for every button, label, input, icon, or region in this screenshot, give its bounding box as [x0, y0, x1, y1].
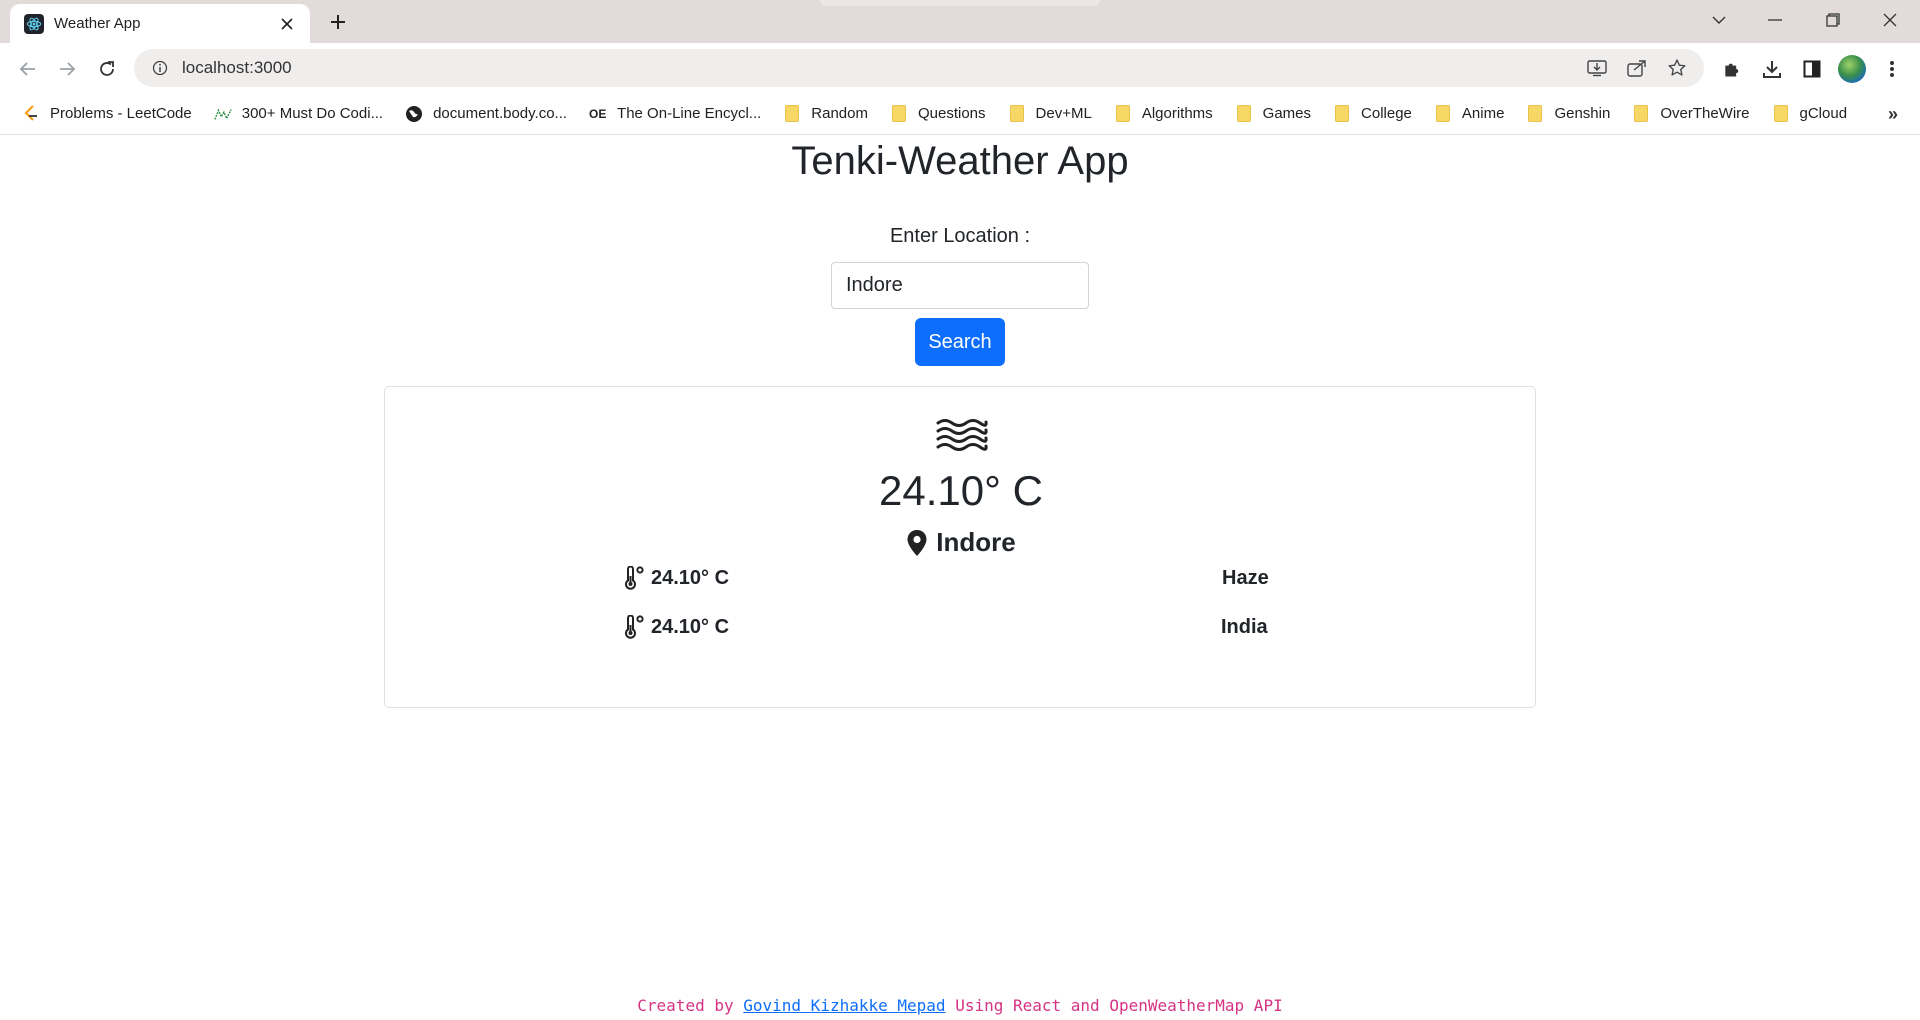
url-text[interactable]: localhost:3000 — [182, 58, 1580, 78]
bookmark-item[interactable]: 300+ Must Do Codi... — [208, 99, 389, 129]
folder-icon — [1434, 105, 1452, 123]
city-name: Indore — [936, 527, 1016, 557]
bookmark-item[interactable]: OE The On-Line Encycl... — [583, 99, 767, 129]
folder-icon — [1235, 105, 1253, 123]
reload-icon[interactable] — [91, 53, 123, 85]
profile-avatar[interactable] — [1836, 53, 1868, 85]
downloads-icon[interactable] — [1756, 53, 1788, 85]
bookmark-item[interactable]: Questions — [884, 99, 992, 129]
bookmark-label: 300+ Must Do Codi... — [241, 105, 384, 122]
restore-icon[interactable] — [1813, 6, 1853, 34]
main-temperature: 24.10° C — [879, 467, 1043, 514]
bookmark-label: Anime — [1461, 105, 1505, 122]
bookmark-label: Random — [811, 105, 868, 122]
location-label: Enter Location : — [889, 225, 1031, 247]
tab-search-chevron-icon[interactable] — [1699, 6, 1739, 34]
bookmark-label: Dev+ML — [1035, 105, 1092, 122]
react-favicon-icon — [24, 13, 44, 34]
city-heading: Indore — [385, 527, 1537, 558]
bookmark-item[interactable]: Genshin — [1520, 99, 1616, 129]
tab-title: Weather App — [54, 15, 141, 32]
location-pin-icon — [907, 529, 927, 556]
svg-text:OE: OE — [589, 107, 606, 121]
bookmark-item[interactable]: gCloud — [1766, 99, 1854, 129]
oeis-icon: OE — [589, 105, 607, 123]
folder-icon — [1772, 105, 1790, 123]
footer-suffix: Using React and OpenWeatherMap API — [955, 996, 1283, 1015]
bookmark-label: gCloud — [1799, 105, 1848, 122]
country-name: India — [1221, 616, 1268, 638]
close-window-icon[interactable] — [1870, 6, 1910, 34]
location-input[interactable] — [831, 262, 1089, 309]
bookmark-item[interactable]: Problems - LeetCode — [16, 99, 198, 129]
bookmark-item[interactable]: Dev+ML — [1002, 99, 1098, 129]
tabstrip-notch — [820, 0, 1100, 6]
search-button[interactable]: Search — [915, 318, 1005, 366]
folder-icon — [1008, 105, 1026, 123]
temperature-value-2: 24.10° C — [651, 615, 730, 638]
site-info-icon[interactable] — [150, 58, 170, 78]
folder-icon — [1333, 105, 1351, 123]
back-arrow-icon[interactable] — [12, 53, 44, 85]
bookmark-label: Games — [1262, 105, 1312, 122]
page-title: Tenki-Weather App — [791, 139, 1129, 183]
menu-kebab-icon[interactable] — [1876, 53, 1908, 85]
bookmark-label: Algorithms — [1141, 105, 1213, 122]
globe-icon — [405, 105, 423, 123]
geeks-icon — [213, 105, 232, 123]
weather-page: Tenki-Weather App Enter Location : Searc… — [0, 136, 1920, 1020]
bookmark-label: Questions — [917, 105, 986, 122]
bookmark-label: Genshin — [1554, 105, 1611, 122]
bookmark-item[interactable]: OverTheWire — [1626, 99, 1755, 129]
thermometer-icon — [625, 615, 644, 639]
install-app-icon[interactable] — [1580, 51, 1614, 85]
temperature-value-1: 24.10° C — [651, 566, 730, 589]
folder-icon — [1632, 105, 1650, 123]
extensions-puzzle-icon[interactable] — [1716, 53, 1748, 85]
forward-arrow-icon[interactable] — [51, 53, 83, 85]
bookmark-star-icon[interactable] — [1660, 51, 1694, 85]
leetcode-icon — [22, 104, 40, 123]
folder-icon — [783, 105, 801, 123]
author-link[interactable]: Govind Kizhakke Mepad — [743, 996, 945, 1015]
side-panel-icon[interactable] — [1796, 53, 1828, 85]
folder-icon — [890, 105, 908, 123]
folder-icon — [1526, 105, 1544, 123]
weather-card: 24.10° C Indore 24.10° C 24.10° C Haze I… — [384, 386, 1536, 708]
browser-tab[interactable]: Weather App — [10, 4, 310, 43]
bookmark-label: Problems - LeetCode — [50, 105, 192, 122]
address-bar[interactable]: localhost:3000 — [134, 49, 1704, 87]
minimize-icon[interactable] — [1755, 6, 1795, 34]
bookmark-item[interactable]: College — [1327, 99, 1418, 129]
bookmark-item[interactable]: Anime — [1428, 99, 1511, 129]
bookmark-item[interactable]: Random — [777, 99, 874, 129]
weather-condition: Haze — [1222, 567, 1269, 589]
share-icon[interactable] — [1620, 51, 1654, 85]
footer-prefix: Created by — [637, 996, 734, 1015]
browser-toolbar: localhost:3000 — [0, 43, 1920, 93]
browser-tabstrip: Weather App — [0, 0, 1920, 43]
bookmarks-bar: Problems - LeetCode 300+ Must Do Codi... d… — [0, 93, 1920, 135]
temperature-stat-2: 24.10° C — [623, 615, 729, 639]
bookmark-item[interactable]: Algorithms — [1108, 99, 1219, 129]
new-tab-button[interactable] — [324, 8, 352, 36]
tab-close-icon[interactable] — [276, 13, 298, 35]
bookmark-item[interactable]: Games — [1229, 99, 1317, 129]
bookmark-label: The On-Line Encycl... — [617, 105, 762, 122]
bookmark-label: document.body.co... — [433, 105, 568, 122]
temperature-stat-1: 24.10° C — [623, 566, 729, 590]
more-bookmarks-chevron[interactable]: » — [1888, 104, 1898, 125]
bookmark-label: OverTheWire — [1660, 105, 1750, 122]
bookmark-item[interactable]: document.body.co... — [399, 99, 573, 129]
bookmark-label: College — [1361, 105, 1412, 122]
haze-icon — [936, 419, 988, 451]
folder-icon — [1114, 105, 1132, 123]
footer-credit: Created by Govind Kizhakke Mepad Using R… — [0, 996, 1920, 1015]
thermometer-icon — [625, 566, 644, 590]
